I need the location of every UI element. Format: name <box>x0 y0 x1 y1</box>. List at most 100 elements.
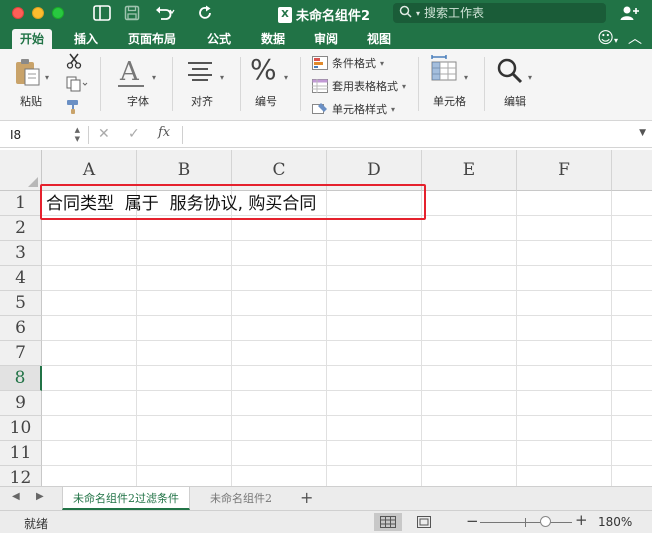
cancel-entry-icon[interactable]: ✕ <box>98 126 110 142</box>
alignment-group[interactable]: ▾ 对齐 <box>180 49 240 121</box>
table-format-label: 套用表格格式 <box>332 80 398 93</box>
name-box[interactable]: I8 ▲ ▼ <box>4 125 84 145</box>
table-format-button[interactable]: 套用表格格式 ▾ <box>312 78 406 94</box>
tab-formulas[interactable]: 公式 <box>199 29 239 49</box>
tab-page-layout[interactable]: 页面布局 <box>120 29 184 49</box>
tab-view[interactable]: 视图 <box>359 29 399 49</box>
tab-review[interactable]: 审阅 <box>306 29 346 49</box>
row-header-1[interactable]: 1 <box>0 191 42 216</box>
editing-group[interactable]: ▾ 编辑 <box>490 49 546 121</box>
zoom-percentage[interactable]: 180% <box>598 515 632 529</box>
undo-icon[interactable] <box>155 4 175 22</box>
paste-label: 粘贴 <box>20 95 42 108</box>
font-underline-bar <box>118 85 144 87</box>
document-title: X 未命名组件2 <box>278 5 370 24</box>
row-header-7[interactable]: 7 <box>0 341 42 366</box>
column-header-g-partial[interactable] <box>612 150 652 191</box>
minimize-window-button[interactable] <box>32 7 44 19</box>
zoom-slider-track[interactable] <box>480 522 572 523</box>
expand-formula-bar-chevron-icon[interactable]: ▼ <box>639 128 646 138</box>
tab-data[interactable]: 数据 <box>253 29 293 49</box>
cell-styles-chevron-icon: ▾ <box>391 104 396 114</box>
row-header-3[interactable]: 3 <box>0 241 42 266</box>
next-sheet-arrow-icon[interactable]: ▶ <box>36 491 44 502</box>
zoom-out-button[interactable]: − <box>466 512 479 530</box>
page-layout-view-button[interactable] <box>410 513 438 531</box>
search-icon <box>399 5 412 21</box>
cut-icon[interactable] <box>66 53 82 72</box>
previous-sheet-arrow-icon[interactable]: ◀ <box>12 491 20 502</box>
cells-icon <box>430 55 462 86</box>
table-format-chevron-icon: ▾ <box>402 81 407 91</box>
column-header-f[interactable]: F <box>517 150 612 191</box>
add-user-icon[interactable] <box>620 4 640 22</box>
sheet-tab-bar: ◀ ▶ 未命名组件2过滤条件 未命名组件2 + <box>0 486 652 510</box>
zoom-window-button[interactable] <box>52 7 64 19</box>
font-group[interactable]: A ▾ 字体 <box>108 49 168 121</box>
number-label: 编号 <box>255 95 277 108</box>
add-sheet-button[interactable]: + <box>300 488 313 507</box>
tab-home[interactable]: 开始 <box>12 29 53 49</box>
formula-bar: I8 ▲ ▼ ✕ ✓ fx ▼ <box>0 122 652 148</box>
format-painter-icon[interactable] <box>66 99 82 118</box>
red-highlight-box <box>40 184 426 220</box>
conditional-format-label: 条件格式 <box>332 57 376 70</box>
zoom-slider-center-mark <box>525 518 526 527</box>
number-chevron-icon: ▾ <box>284 73 289 82</box>
row-header-12[interactable]: 12 <box>0 466 42 486</box>
tab-insert[interactable]: 插入 <box>66 29 106 49</box>
paste-button[interactable] <box>12 57 42 90</box>
normal-view-icon <box>380 516 396 528</box>
conditional-format-chevron-icon: ▾ <box>380 58 385 68</box>
spreadsheet-grid[interactable]: A B C D E F 1 2 3 4 5 6 7 8 9 10 11 12 合… <box>0 150 652 486</box>
conditional-format-button[interactable]: 条件格式 ▾ <box>312 55 384 71</box>
sidebar-toggle-icon[interactable] <box>93 4 111 22</box>
row-header-5[interactable]: 5 <box>0 291 42 316</box>
conditional-format-icon <box>312 56 328 70</box>
font-chevron-icon: ▾ <box>152 73 157 82</box>
sheet-tab-component2[interactable]: 未命名组件2 <box>200 487 282 510</box>
search-sheet-box[interactable]: ▾ <box>393 3 606 23</box>
font-label: 字体 <box>127 95 149 108</box>
sheet-tab-filter-conditions[interactable]: 未命名组件2过滤条件 <box>62 487 190 510</box>
formula-input[interactable] <box>190 127 630 143</box>
copy-icon[interactable] <box>66 76 88 95</box>
number-group[interactable]: % ▾ 编号 <box>246 49 298 121</box>
collapse-ribbon-chevron-icon[interactable]: ︿ <box>628 28 642 48</box>
zoom-in-button[interactable]: + <box>575 511 588 529</box>
title-bar: X 未命名组件2 ▾ <box>0 0 652 27</box>
row-header-11[interactable]: 11 <box>0 441 42 466</box>
normal-view-button[interactable] <box>374 513 402 531</box>
clipboard-group: ▾ 粘贴 <box>0 49 96 121</box>
ribbon: ▾ 粘贴 A ▾ 字体 ▾ 对齐 % ▾ 编号 条件格式 ▾ 套用表格格式 ▾ … <box>0 49 652 121</box>
save-icon[interactable] <box>124 4 140 22</box>
ribbon-tabs: 开始 插入 页面布局 公式 数据 审阅 视图 ☺▾ ︿ <box>0 27 652 49</box>
search-sheet-input[interactable] <box>424 6 605 20</box>
insert-function-icon[interactable]: fx <box>158 125 170 140</box>
cells-group[interactable]: ▾ 单元格 <box>424 49 480 121</box>
row-header-8[interactable]: 8 <box>0 366 42 391</box>
name-box-stepper-icon[interactable]: ▲ ▼ <box>75 126 80 144</box>
row-header-6[interactable]: 6 <box>0 316 42 341</box>
cells-label: 单元格 <box>433 95 466 108</box>
document-title-text: 未命名组件2 <box>296 9 371 24</box>
name-box-value: I8 <box>10 128 22 142</box>
row-header-4[interactable]: 4 <box>0 266 42 291</box>
paste-options-chevron-icon[interactable]: ▾ <box>45 73 49 82</box>
select-all-corner[interactable] <box>0 150 42 191</box>
cell-styles-label: 单元格样式 <box>332 103 387 116</box>
feedback-smiley-icon[interactable]: ☺▾ <box>597 28 618 47</box>
editing-label: 编辑 <box>504 95 526 108</box>
redo-icon[interactable] <box>198 4 214 22</box>
row-header-9[interactable]: 9 <box>0 391 42 416</box>
zoom-slider-thumb[interactable] <box>539 516 551 527</box>
column-header-e[interactable]: E <box>422 150 517 191</box>
ready-status: 就绪 <box>24 517 49 531</box>
confirm-entry-icon[interactable]: ✓ <box>128 126 140 142</box>
row-header-10[interactable]: 10 <box>0 416 42 441</box>
close-window-button[interactable] <box>12 7 24 19</box>
search-options-chevron-icon: ▾ <box>416 8 421 18</box>
cells-chevron-icon: ▾ <box>464 73 469 82</box>
row-header-2[interactable]: 2 <box>0 216 42 241</box>
cell-styles-button[interactable]: 单元格样式 ▾ <box>312 101 395 117</box>
